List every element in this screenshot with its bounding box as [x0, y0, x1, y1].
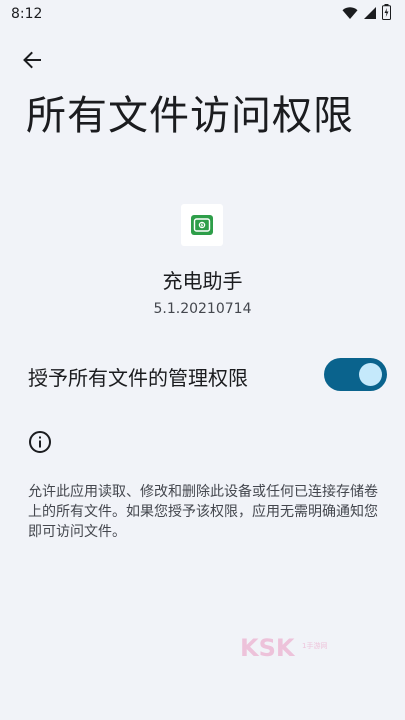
- status-icons: [342, 4, 391, 24]
- watermark-sub-text: 1手游网: [302, 641, 327, 650]
- watermark-logo: KSK 1手游网: [240, 632, 348, 662]
- all-files-access-toggle[interactable]: [324, 358, 387, 391]
- permission-description: 允许此应用读取、修改和删除此设备或任何已连接存储卷上的所有文件。如果您授予该权限…: [28, 484, 378, 540]
- watermark-text: KSK: [240, 634, 296, 660]
- arrow-back-icon: [22, 50, 42, 74]
- status-bar: 8:12: [0, 0, 405, 30]
- status-time: 8:12: [11, 6, 43, 22]
- back-button[interactable]: [14, 46, 50, 78]
- permission-label: 授予所有文件的管理权限: [28, 366, 248, 390]
- page-title: 所有文件访问权限: [26, 93, 354, 139]
- charging-assistant-app-icon: [181, 204, 223, 246]
- wifi-icon: [342, 5, 358, 24]
- signal-icon: [363, 5, 377, 24]
- app-name: 充电助手: [162, 269, 243, 293]
- all-files-access-permission-row[interactable]: 授予所有文件的管理权限: [0, 350, 405, 400]
- battery-icon: [382, 4, 391, 24]
- info-icon: [28, 430, 52, 454]
- toggle-thumb: [359, 363, 382, 386]
- app-version: 5.1.20210714: [153, 301, 252, 317]
